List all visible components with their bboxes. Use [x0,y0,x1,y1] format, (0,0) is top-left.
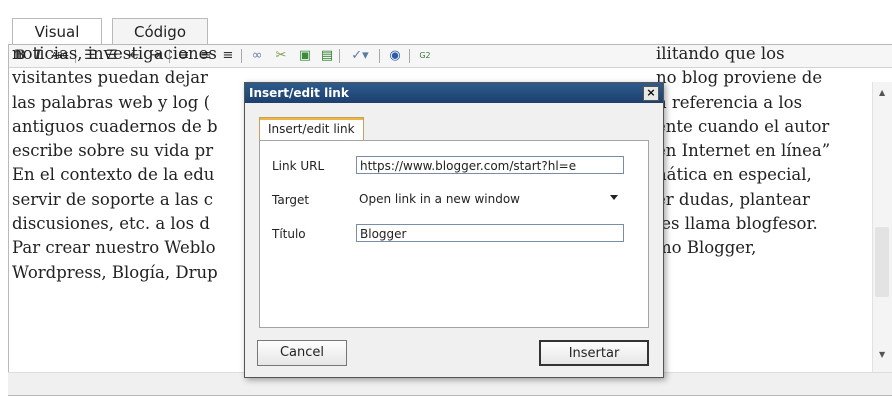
editor-tabs: Visual Código [0,0,892,46]
target-select-value: Open link in a new window [359,192,520,206]
target-label: Target [272,193,310,207]
content-line-right: mo Blogger, [656,238,757,258]
title-input[interactable]: Blogger [356,224,624,242]
editor-scrollbar[interactable]: ▲ ▼ [872,82,892,372]
content-line-right: nática en especial, [656,165,812,185]
scroll-up-icon[interactable]: ▲ [879,88,885,97]
title-label: Título [272,227,306,241]
content-line-right: n referencia a los [656,92,803,112]
editor-content-right: ilitando que los no blog proviene de n r… [656,42,870,285]
insert-link-dialog: Insert/edit link × Insert/edit link Link… [244,82,664,378]
link-url-label: Link URL [272,159,325,173]
scroll-down-icon[interactable]: ▼ [879,350,885,359]
cancel-button[interactable]: Cancel [257,340,347,366]
content-line-right: no blog proviene de [656,68,823,88]
content-line-right: er dudas, plantear [656,189,810,209]
content-line-right [656,261,870,285]
content-line-right: ente cuando el autor [656,116,830,136]
content-line-right: en Internet en línea” [656,141,831,161]
dialog-panel: Link URL https://www.blogger.com/start?h… [259,140,649,328]
tab-insert-edit-link[interactable]: Insert/edit link [259,117,364,142]
content-line-right: les llama blogfesor. [656,214,818,234]
content-line-right: ilitando que los [656,44,785,63]
scroll-thumb[interactable] [875,227,889,297]
link-url-input[interactable]: https://www.blogger.com/start?hl=e [356,156,624,174]
dialog-title[interactable]: Insert/edit link [245,83,663,103]
tab-code[interactable]: Código [112,18,208,45]
chevron-down-icon [610,195,618,200]
insert-button[interactable]: Insertar [539,340,649,366]
close-icon[interactable]: × [643,86,659,101]
target-select[interactable]: Open link in a new window [356,190,624,208]
